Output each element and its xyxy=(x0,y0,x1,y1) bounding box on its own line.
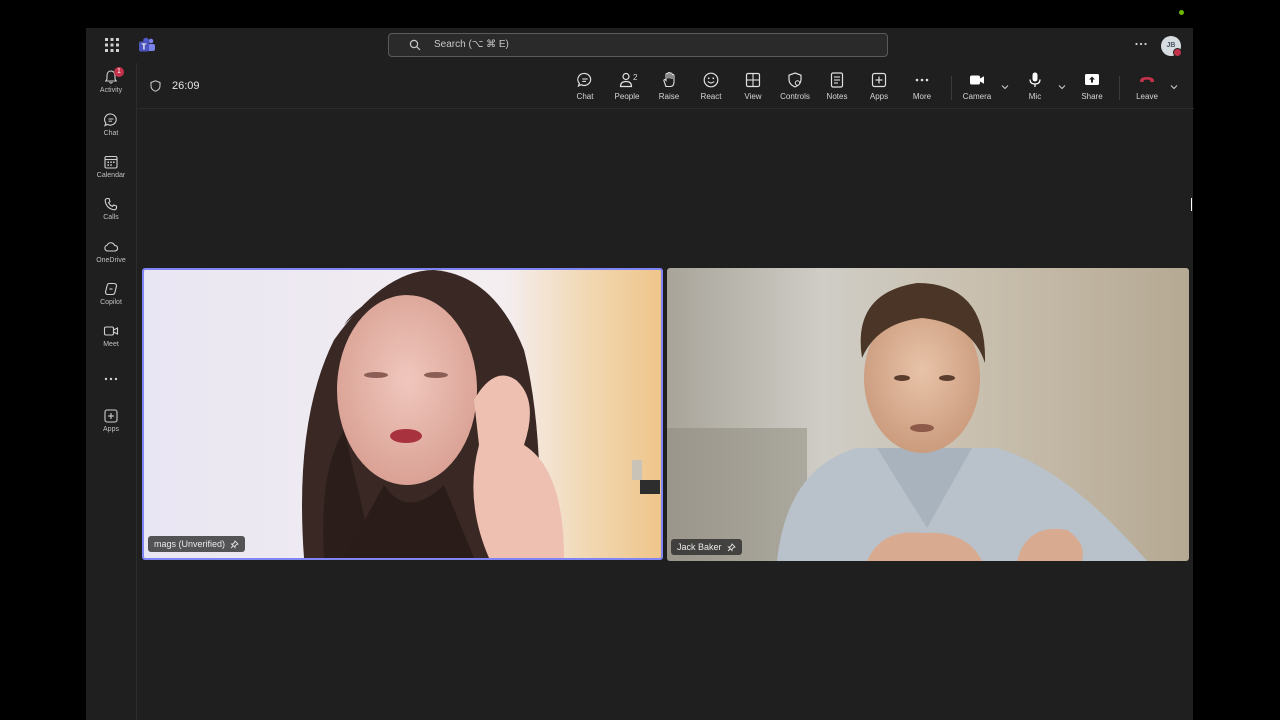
mic-options-chevron-icon[interactable] xyxy=(1058,84,1066,90)
rail-item-activity[interactable]: 1 Activity xyxy=(86,67,136,105)
rail-item-copilot[interactable]: Copilot xyxy=(86,281,136,317)
toolbar-divider xyxy=(1119,76,1120,100)
rail-item-label: Calendar xyxy=(96,172,126,179)
rail-item-label: Activity xyxy=(99,87,123,94)
search-box[interactable]: Search (⌥ ⌘ E) xyxy=(388,33,888,57)
toolbar-divider xyxy=(951,76,952,100)
raise-label: Raise xyxy=(658,92,680,101)
video-tile-participant-1[interactable]: mags (Unverified) xyxy=(142,268,663,560)
participant-nametag: mags (Unverified) xyxy=(148,536,246,552)
pin-icon[interactable] xyxy=(230,540,239,549)
camera-icon xyxy=(970,75,984,85)
people-label: People xyxy=(614,92,640,101)
left-rail: 1 Activity Chat Calendar Calls OneDrive … xyxy=(86,63,136,720)
phone-icon xyxy=(104,197,118,211)
rail-item-label: Calls xyxy=(103,214,119,221)
copilot-icon xyxy=(104,282,118,296)
profile-avatar[interactable]: JB xyxy=(1161,36,1182,57)
apps-label: Apps xyxy=(869,92,889,101)
share-button[interactable]: Share xyxy=(1070,71,1114,107)
smiley-icon xyxy=(703,72,719,88)
rail-item-onedrive[interactable]: OneDrive xyxy=(86,239,136,275)
participant-nametag: Jack Baker xyxy=(671,539,742,555)
search-icon xyxy=(409,39,421,51)
rail-item-chat[interactable]: Chat xyxy=(86,112,136,148)
controls-label: Controls xyxy=(780,92,810,101)
view-label: View xyxy=(744,92,762,101)
view-button[interactable]: View xyxy=(731,71,775,107)
chat-button[interactable]: Chat xyxy=(563,71,607,107)
share-screen-icon xyxy=(1085,74,1099,85)
people-count: 2 xyxy=(633,73,638,82)
video-icon xyxy=(103,326,119,336)
microphone-icon xyxy=(1029,72,1041,87)
meeting-toolbar: 26:09 Chat 2 People Raise React View Con… xyxy=(137,63,1194,109)
rail-item-calls[interactable]: Calls xyxy=(86,196,136,232)
more-options-icon[interactable] xyxy=(1134,37,1148,51)
cloud-icon xyxy=(104,242,119,252)
rail-item-label: OneDrive xyxy=(96,257,126,264)
status-indicator xyxy=(1179,10,1184,15)
presence-busy-icon xyxy=(1173,48,1182,57)
more-icon xyxy=(104,377,118,381)
camera-options-chevron-icon[interactable] xyxy=(1001,84,1009,90)
rail-item-label: Apps xyxy=(103,426,119,433)
mic-label: Mic xyxy=(1028,92,1042,101)
activity-badge: 1 xyxy=(114,67,124,77)
react-label: React xyxy=(700,92,722,101)
shield-settings-icon xyxy=(788,72,802,88)
chat-icon xyxy=(104,113,117,127)
share-label: Share xyxy=(1081,92,1103,101)
teams-logo-icon: T xyxy=(139,37,155,52)
participant-name: mags (Unverified) xyxy=(154,539,226,549)
participant-video-feed xyxy=(667,268,1189,561)
leave-label: Leave xyxy=(1136,92,1158,101)
title-bar: T Search (⌥ ⌘ E) JB xyxy=(86,28,1193,63)
people-button[interactable]: 2 People xyxy=(605,71,649,107)
pin-icon[interactable] xyxy=(726,543,736,552)
add-apps-icon xyxy=(871,72,887,88)
rail-item-calendar[interactable]: Calendar xyxy=(86,154,136,190)
raise-hand-button[interactable]: Raise xyxy=(647,71,691,107)
add-apps-icon xyxy=(104,409,118,423)
search-placeholder: Search (⌥ ⌘ E) xyxy=(434,39,509,50)
calendar-icon xyxy=(104,155,118,169)
controls-button[interactable]: Controls xyxy=(773,71,817,107)
meeting-timer: 26:09 xyxy=(172,80,200,92)
rail-item-label: Meet xyxy=(103,341,119,348)
text-cursor-icon xyxy=(1191,198,1192,211)
grid-view-icon xyxy=(745,72,761,88)
video-tile-participant-2[interactable]: Jack Baker xyxy=(667,268,1189,561)
shield-icon xyxy=(150,80,161,92)
hang-up-icon xyxy=(1140,77,1154,82)
leave-button[interactable]: Leave xyxy=(1125,71,1169,107)
participant-video-feed xyxy=(144,270,661,558)
more-icon xyxy=(915,78,929,82)
raise-hand-icon xyxy=(663,71,675,88)
rail-item-apps[interactable]: Apps xyxy=(86,408,136,444)
rail-item-more[interactable] xyxy=(86,371,136,407)
react-button[interactable]: React xyxy=(689,71,733,107)
more-button[interactable]: More xyxy=(900,71,944,107)
rail-item-label: Chat xyxy=(103,130,119,137)
notes-icon xyxy=(830,72,844,88)
app-launcher-icon[interactable] xyxy=(104,37,120,53)
apps-button[interactable]: Apps xyxy=(857,71,901,107)
chat-icon xyxy=(577,72,592,88)
rail-item-label: Copilot xyxy=(100,299,122,306)
camera-button[interactable]: Camera xyxy=(955,71,999,107)
svg-text:T: T xyxy=(142,43,147,52)
leave-options-chevron-icon[interactable] xyxy=(1170,84,1178,90)
notes-label: Notes xyxy=(826,92,848,101)
chat-label: Chat xyxy=(576,92,594,101)
rail-item-meet[interactable]: Meet xyxy=(86,323,136,359)
mic-button[interactable]: Mic xyxy=(1013,71,1057,107)
participant-name: Jack Baker xyxy=(677,542,722,552)
camera-label: Camera xyxy=(962,92,992,101)
notes-button[interactable]: Notes xyxy=(815,71,859,107)
more-label: More xyxy=(912,92,932,101)
